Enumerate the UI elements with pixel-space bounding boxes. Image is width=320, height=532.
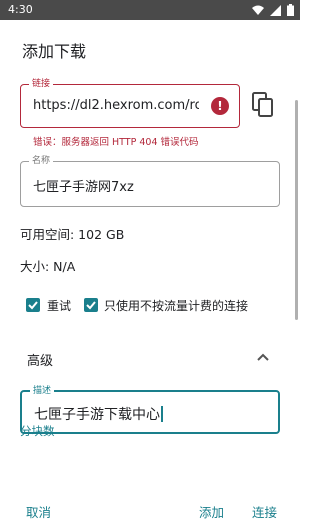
signal-icon bbox=[270, 4, 281, 16]
chevron-up-icon[interactable] bbox=[256, 350, 270, 364]
name-field[interactable]: 名称 七匣子手游网7xz bbox=[20, 155, 280, 207]
chunks-link[interactable]: 分块数 bbox=[20, 423, 55, 439]
description-field-label: 描述 bbox=[30, 385, 55, 397]
add-button[interactable]: 添加 bbox=[199, 502, 224, 521]
advanced-section-title[interactable]: 高级 bbox=[27, 350, 53, 369]
wifi-icon bbox=[252, 5, 264, 15]
size-text: 大小: N/A bbox=[20, 259, 76, 274]
url-field[interactable]: 链接 https://dl2.hexrom.com/ron ! bbox=[20, 78, 240, 128]
description-input[interactable]: 七匣子手游下载中心 bbox=[34, 404, 163, 424]
connect-button[interactable]: 连接 bbox=[252, 502, 277, 521]
retry-checkbox[interactable] bbox=[26, 298, 40, 312]
unmetered-label[interactable]: 只使用不按流量计费的连接 bbox=[104, 297, 248, 314]
description-field[interactable]: 描述 七匣子手游下载中心 bbox=[20, 385, 280, 434]
cancel-button[interactable]: 取消 bbox=[26, 502, 51, 521]
free-space-text: 可用空间: 102 GB bbox=[20, 227, 125, 242]
status-bar: 4:30 bbox=[0, 0, 300, 20]
name-field-label: 名称 bbox=[29, 155, 54, 167]
error-message: 错误：服务器返回 HTTP 404 错误代码 bbox=[33, 137, 199, 148]
error-icon: ! bbox=[211, 97, 229, 115]
copy-icon[interactable] bbox=[251, 92, 275, 118]
name-input[interactable]: 七匣子手游网7xz bbox=[33, 176, 134, 195]
retry-label[interactable]: 重试 bbox=[47, 297, 71, 314]
url-field-label: 链接 bbox=[29, 78, 54, 90]
unmetered-checkbox[interactable] bbox=[84, 298, 98, 312]
status-time: 4:30 bbox=[8, 3, 33, 16]
description-text: 七匣子手游下载中心 bbox=[34, 407, 160, 423]
status-icons bbox=[252, 4, 294, 16]
dialog-title: 添加下载 bbox=[22, 42, 87, 61]
battery-icon bbox=[287, 4, 294, 16]
url-input[interactable]: https://dl2.hexrom.com/ron bbox=[33, 98, 199, 113]
text-cursor bbox=[161, 406, 163, 422]
scrollbar[interactable] bbox=[295, 100, 298, 320]
